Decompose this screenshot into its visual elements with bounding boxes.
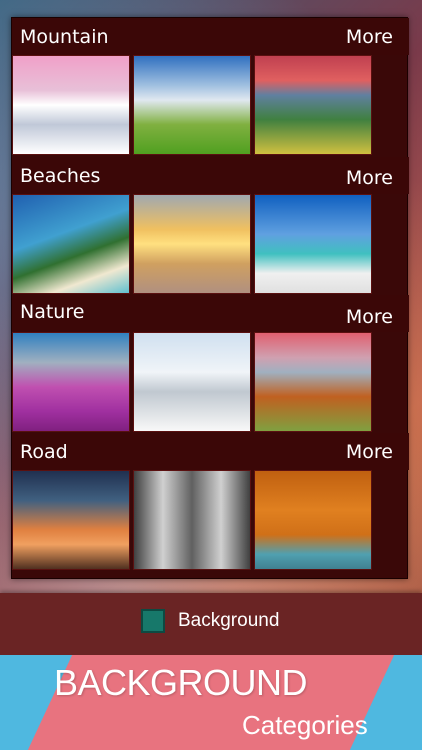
- more-button[interactable]: More: [346, 26, 393, 48]
- more-button[interactable]: More: [346, 306, 393, 328]
- section-nature: Nature More: [12, 295, 409, 432]
- section-mountain: Mountain More: [12, 18, 409, 155]
- banner-title: BACKGROUND: [54, 662, 308, 703]
- thumbnail-green-meadow[interactable]: [133, 55, 251, 155]
- more-button[interactable]: More: [346, 441, 393, 463]
- section-header: Beaches More: [12, 157, 409, 194]
- thumbnail-autumn-forest-road[interactable]: [254, 470, 372, 570]
- thumbnail-row: [12, 55, 409, 155]
- thumbnail-tropical-beach[interactable]: [254, 194, 372, 294]
- thumbnail-lavender-tree[interactable]: [12, 332, 130, 432]
- more-button[interactable]: More: [346, 167, 393, 189]
- section-title: Road: [20, 441, 68, 463]
- thumbnail-snowy-mountain[interactable]: [12, 55, 130, 155]
- thumbnail-sunset-road[interactable]: [12, 470, 130, 570]
- banner-subtitle: Categories: [242, 710, 368, 740]
- section-road: Road More: [12, 433, 409, 570]
- section-beaches: Beaches More: [12, 157, 409, 294]
- thumbnail-palm-beach[interactable]: [12, 194, 130, 294]
- thumbnail-snowy-forest-road[interactable]: [133, 470, 251, 570]
- section-title: Nature: [20, 301, 85, 323]
- thumbnail-row: [12, 332, 409, 432]
- categories-panel: Mountain More Beaches More Nature More R…: [11, 17, 409, 579]
- background-checkbox[interactable]: [141, 609, 165, 633]
- section-title: Mountain: [20, 26, 109, 48]
- thumbnail-green-hills[interactable]: [254, 55, 372, 155]
- section-title: Beaches: [20, 165, 101, 187]
- thumbnail-row: [12, 470, 409, 570]
- section-header: Nature More: [12, 295, 409, 332]
- thumbnail-row: [12, 194, 409, 294]
- section-header: Mountain More: [12, 18, 409, 55]
- thumbnail-snowy-road[interactable]: [133, 332, 251, 432]
- section-header: Road More: [12, 433, 409, 470]
- background-checkbox-label: Background: [178, 610, 280, 631]
- thumbnail-lifeguard-sunset[interactable]: [133, 194, 251, 294]
- thumbnail-autumn-valley[interactable]: [254, 332, 372, 432]
